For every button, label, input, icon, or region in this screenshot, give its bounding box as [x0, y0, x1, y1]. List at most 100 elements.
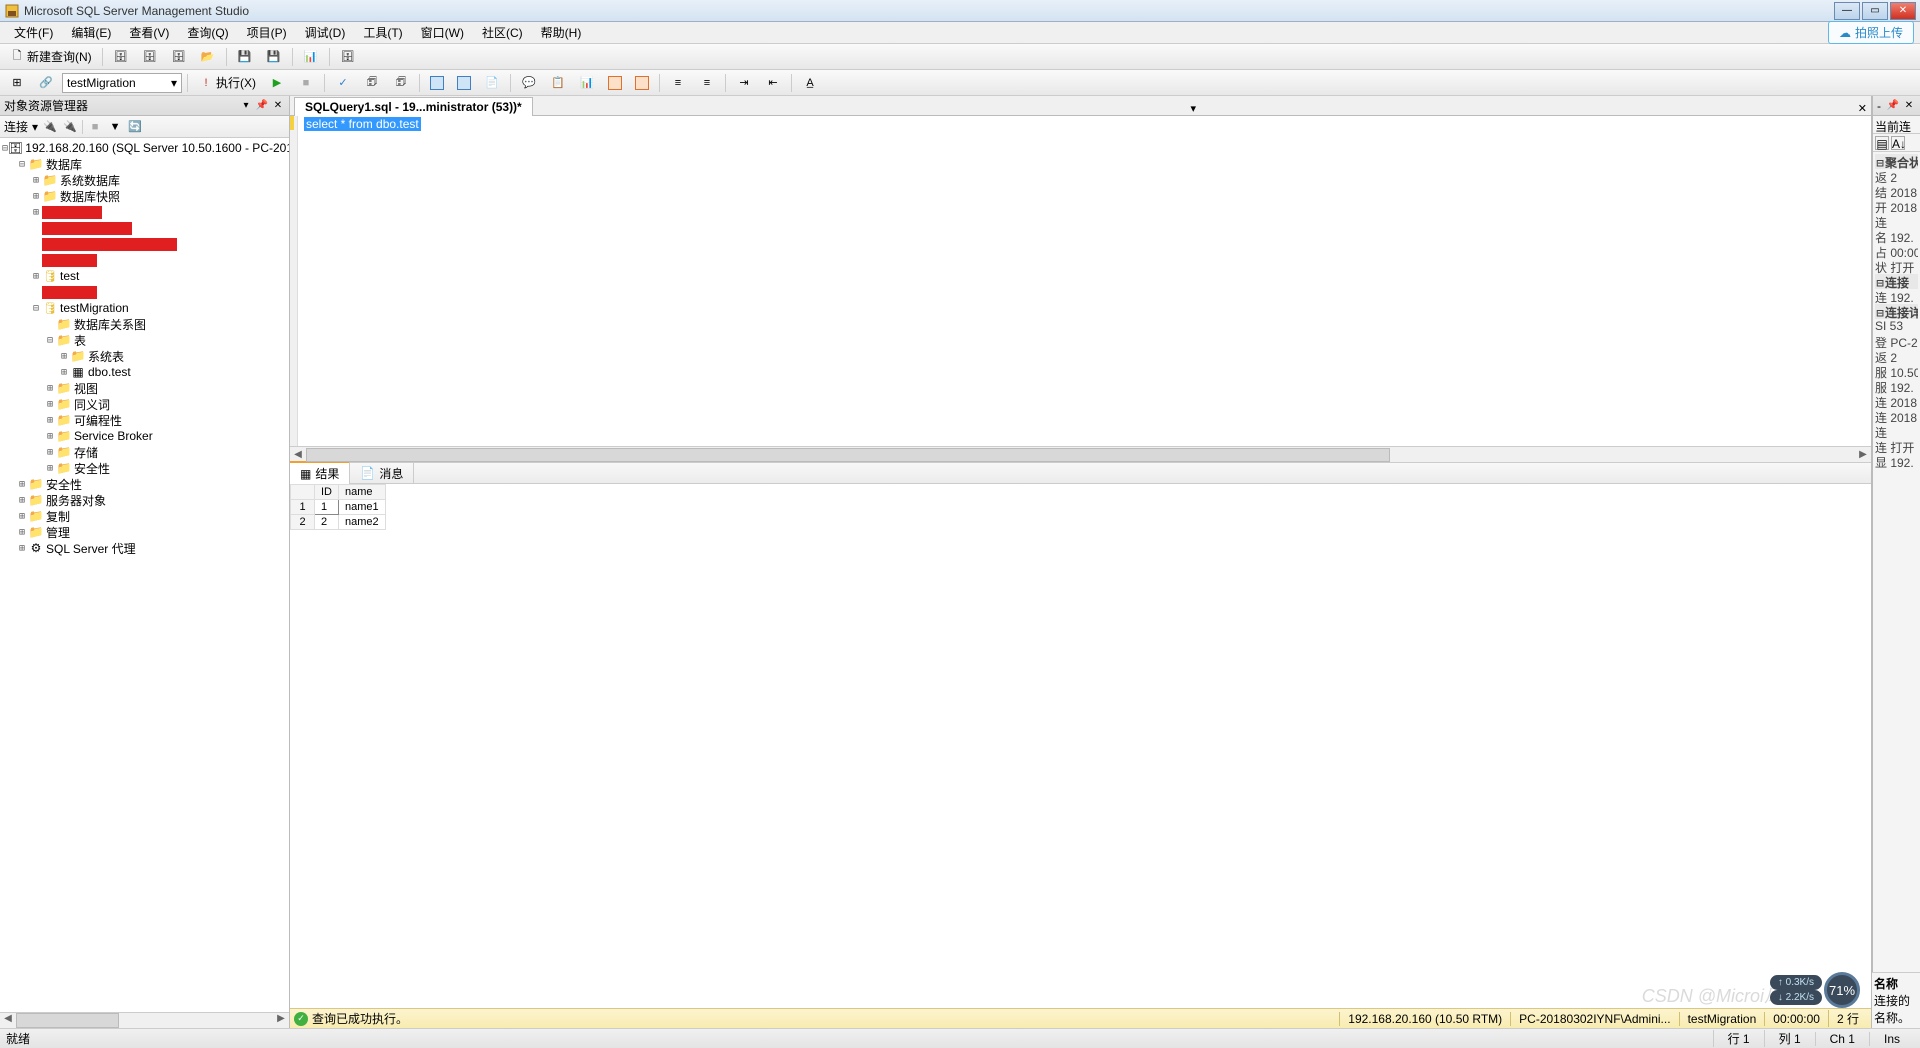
tree-sb[interactable]: Service Broker: [74, 429, 153, 443]
tab-dropdown[interactable]: ▾: [1186, 102, 1200, 115]
tb-btn-save[interactable]: 💾: [232, 46, 258, 68]
props-sort-buttons[interactable]: ▤A↓: [1873, 134, 1920, 152]
col-name[interactable]: name: [339, 485, 386, 500]
tree-dbo-test[interactable]: dbo.test: [88, 365, 131, 379]
database-combo[interactable]: testMigration ▾: [62, 73, 182, 93]
tb-btn-registered[interactable]: 🗄: [335, 46, 361, 68]
col-rownum[interactable]: [291, 485, 315, 500]
tab-messages[interactable]: 📄消息: [350, 463, 414, 484]
execute-button[interactable]: ! 执行(X): [193, 71, 261, 94]
tb2-btn1[interactable]: ⊞: [4, 72, 30, 94]
disconnect-icon[interactable]: 🔌: [62, 119, 78, 135]
include-stats-button[interactable]: [603, 73, 627, 93]
results-text-button[interactable]: [425, 73, 449, 93]
menu-item[interactable]: 查看(V): [121, 22, 177, 43]
tree-serverobj[interactable]: 服务器对象: [46, 492, 106, 509]
tree-systables[interactable]: 系统表: [88, 348, 124, 365]
tree-sec-inner[interactable]: 安全性: [74, 460, 110, 477]
app-icon: [4, 3, 20, 19]
tree-synonyms[interactable]: 同义词: [74, 396, 110, 413]
tree-testmigration-db[interactable]: testMigration: [60, 301, 129, 315]
oe-dropdown-icon[interactable]: ▾: [239, 99, 253, 113]
refresh-icon[interactable]: 🔄: [127, 119, 143, 135]
options-button[interactable]: 🗊: [388, 72, 414, 94]
sql-editor[interactable]: select * from dbo.test: [290, 116, 1871, 446]
tree-agent[interactable]: SQL Server 代理: [46, 540, 136, 557]
upload-button[interactable]: ☁ 拍照上传: [1828, 21, 1914, 44]
oe-tree[interactable]: ⊟🗄192.168.20.160 (SQL Server 10.50.1600 …: [0, 138, 289, 1012]
tab-sqlquery1[interactable]: SQLQuery1.sql - 19...ministrator (53))*: [294, 97, 533, 116]
oe-pin-icon[interactable]: 📌: [255, 99, 269, 113]
tree-diagrams[interactable]: 数据库关系图: [74, 316, 146, 333]
results-grid[interactable]: IDname 11name1 22name2: [290, 484, 1871, 1008]
col-id[interactable]: ID: [315, 485, 339, 500]
stop-button[interactable]: ■: [293, 72, 319, 94]
tab-results[interactable]: ▦结果: [290, 461, 350, 484]
oe-close-icon[interactable]: ✕: [271, 99, 285, 113]
tree-views[interactable]: 视图: [74, 380, 98, 397]
sqlcmd-button[interactable]: 📋: [545, 72, 571, 94]
specify-button[interactable]: A̲: [797, 72, 823, 94]
results-file-button[interactable]: 📄: [479, 72, 505, 94]
menu-bar: 文件(F)编辑(E)查看(V)查询(Q)项目(P)调试(D)工具(T)窗口(W)…: [0, 22, 1920, 44]
menu-item[interactable]: 帮助(H): [533, 22, 590, 43]
stop-icon[interactable]: ■: [87, 119, 103, 135]
filter-icon[interactable]: ▼: [107, 119, 123, 135]
connect-icon[interactable]: 🔌: [42, 119, 58, 135]
menu-item[interactable]: 窗口(W): [413, 22, 472, 43]
tree-replication[interactable]: 复制: [46, 508, 70, 525]
oe-connect-label[interactable]: 连接: [4, 118, 28, 135]
tb-btn-activity[interactable]: 📊: [298, 46, 324, 68]
tree-prog[interactable]: 可编程性: [74, 412, 122, 429]
tab-close-icon[interactable]: ✕: [1854, 102, 1871, 115]
props-cat2[interactable]: 连接: [1885, 276, 1909, 289]
tree-management[interactable]: 管理: [46, 524, 70, 541]
tree-test-db[interactable]: test: [60, 269, 79, 283]
tree-server[interactable]: 192.168.20.160 (SQL Server 10.50.1600 - …: [25, 141, 289, 155]
tree-storage[interactable]: 存储: [74, 444, 98, 461]
results-grid-button[interactable]: [452, 73, 476, 93]
comment-button[interactable]: 💬: [516, 72, 542, 94]
table-row[interactable]: 11name1: [291, 500, 386, 515]
tb2-btn2[interactable]: 🔗: [33, 72, 59, 94]
table-row[interactable]: 22name2: [291, 515, 386, 530]
indent-button[interactable]: ⇥: [731, 72, 757, 94]
menu-item[interactable]: 文件(F): [6, 22, 61, 43]
new-query-button[interactable]: 🗋 新建查询(N): [4, 45, 97, 68]
minimize-button[interactable]: —: [1834, 2, 1860, 20]
menu-item[interactable]: 社区(C): [474, 22, 531, 43]
outdent-button[interactable]: ⇤: [760, 72, 786, 94]
props-cat3[interactable]: 连接详: [1885, 306, 1918, 319]
oe-hscroll[interactable]: ◀▶: [0, 1012, 289, 1028]
close-button[interactable]: ✕: [1890, 2, 1916, 20]
props-pin-icon[interactable]: 📌: [1886, 99, 1900, 113]
maximize-button[interactable]: ▭: [1862, 2, 1888, 20]
tree-sysdb[interactable]: 系统数据库: [60, 172, 120, 189]
debug-button[interactable]: ▶: [264, 72, 290, 94]
tree-security[interactable]: 安全性: [46, 476, 82, 493]
tree-tables[interactable]: 表: [74, 332, 86, 349]
plan-button[interactable]: 🗊: [359, 72, 385, 94]
tb-btn-saveall[interactable]: 💾: [261, 46, 287, 68]
include-plan-button[interactable]: 📊: [574, 72, 600, 94]
menu-item[interactable]: 项目(P): [239, 22, 295, 43]
uncomment-button[interactable]: ≡: [694, 72, 720, 94]
tree-dbsnap[interactable]: 数据库快照: [60, 188, 120, 205]
tree-databases[interactable]: 数据库: [46, 156, 82, 173]
menu-item[interactable]: 工具(T): [355, 22, 410, 43]
menu-item[interactable]: 查询(Q): [179, 22, 236, 43]
tb-btn-open[interactable]: 🗄: [108, 46, 134, 68]
tb-btn-open2[interactable]: 🗄: [137, 46, 163, 68]
sqlcmd-icon: 📋: [550, 75, 566, 91]
menu-item[interactable]: 编辑(E): [63, 22, 119, 43]
comment-sel-button[interactable]: ≡: [665, 72, 691, 94]
tb-btn-open3[interactable]: 🗄: [166, 46, 192, 68]
props-cat1[interactable]: 聚合状: [1885, 156, 1918, 169]
props-close-icon[interactable]: ✕: [1902, 99, 1916, 113]
client-stats-button[interactable]: [630, 73, 654, 93]
network-widget: ↑ 0.3K/s ↓ 2.2K/s 71%: [1770, 972, 1860, 1008]
parse-button[interactable]: ✓: [330, 72, 356, 94]
menu-item[interactable]: 调试(D): [297, 22, 354, 43]
tb-btn-openfile[interactable]: 📂: [195, 46, 221, 68]
editor-hscroll[interactable]: ◀▶: [290, 446, 1871, 462]
